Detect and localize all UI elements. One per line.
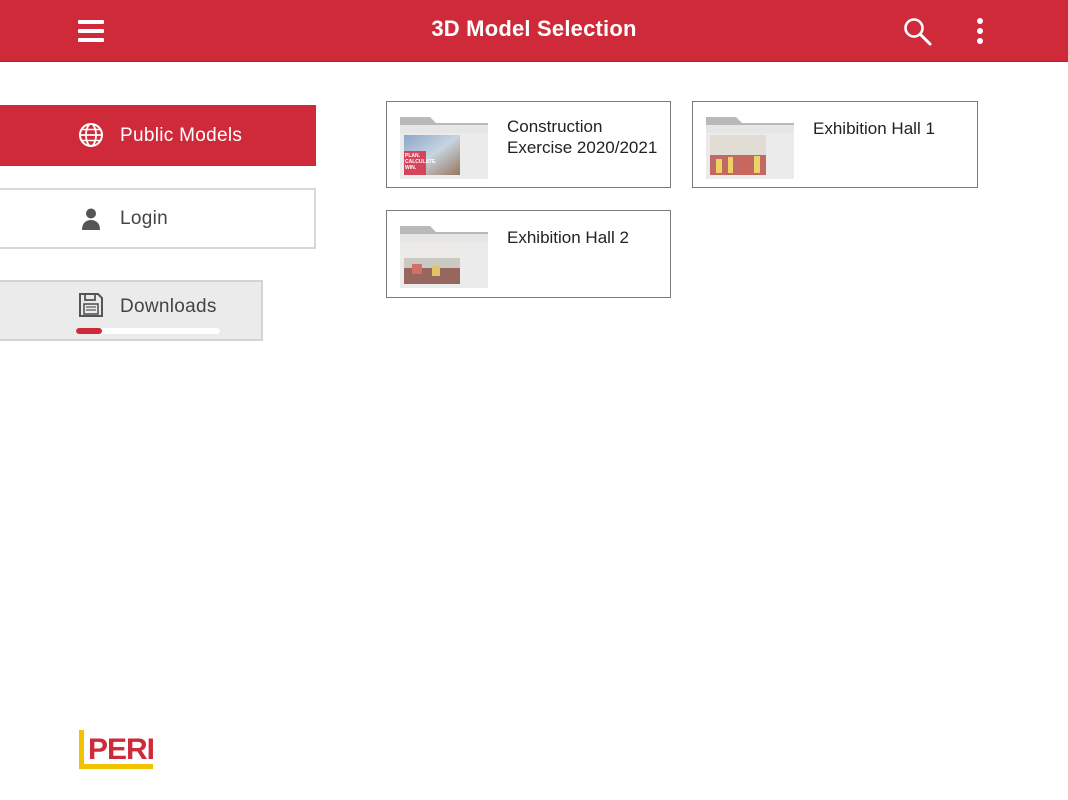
model-card-construction-exercise[interactable]: PLAN. CALCULATE. WIN. Construction Exerc… bbox=[386, 101, 671, 188]
thumbnail-caption: PLAN. CALCULATE. WIN. bbox=[405, 153, 437, 171]
model-name: Construction Exercise 2020/2021 bbox=[507, 117, 658, 157]
model-name: Exhibition Hall 2 bbox=[507, 228, 629, 247]
downloads-button[interactable]: Downloads bbox=[0, 280, 263, 341]
peri-logo: PERI bbox=[79, 728, 155, 770]
public-models-button[interactable]: Public Models bbox=[0, 105, 316, 166]
folder-icon bbox=[704, 111, 796, 181]
model-card-exhibition-hall-1[interactable]: Exhibition Hall 1 bbox=[692, 101, 978, 188]
floppy-disk-icon bbox=[78, 292, 104, 318]
search-icon[interactable] bbox=[900, 14, 936, 50]
model-card-exhibition-hall-2[interactable]: Exhibition Hall 2 bbox=[386, 210, 671, 298]
folder-icon bbox=[398, 220, 490, 290]
globe-icon bbox=[78, 122, 104, 148]
download-progress-bar bbox=[76, 328, 220, 334]
svg-text:PERI: PERI bbox=[88, 733, 154, 766]
login-button[interactable]: Login bbox=[0, 188, 316, 249]
public-models-label: Public Models bbox=[120, 124, 243, 146]
app-bar: 3D Model Selection bbox=[0, 0, 1068, 62]
more-vert-icon[interactable] bbox=[966, 14, 994, 50]
download-progress-fill bbox=[76, 328, 102, 334]
model-name: Exhibition Hall 1 bbox=[813, 119, 935, 138]
login-label: Login bbox=[120, 207, 168, 229]
downloads-label: Downloads bbox=[120, 296, 217, 317]
person-icon bbox=[78, 206, 104, 232]
